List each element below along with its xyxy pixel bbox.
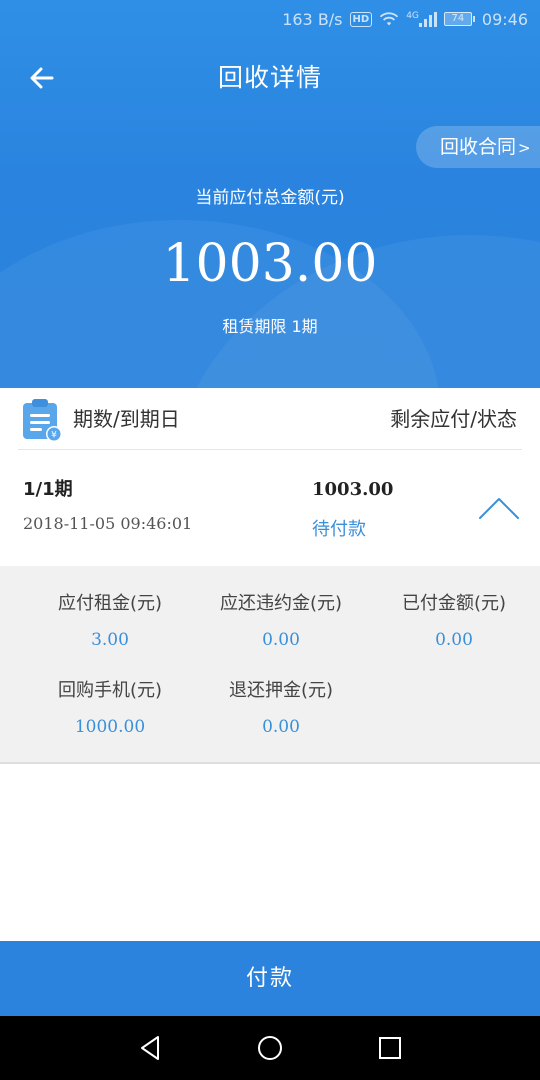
detail-value: 3.00 <box>91 630 129 650</box>
detail-value: 0.00 <box>435 630 473 650</box>
detail-value: 1000.00 <box>74 717 146 737</box>
total-amount-label: 当前应付总金额(元) <box>195 188 345 208</box>
contract-button[interactable]: 回收合同 > <box>416 126 540 168</box>
detail-label: 已付金额(元) <box>401 593 507 614</box>
period-due-date: 2018-11-05 09:46:01 <box>23 514 193 533</box>
svg-text:¥: ¥ <box>51 431 57 441</box>
contract-button-label: 回收合同 <box>440 136 517 158</box>
detail-label: 应还违约金(元) <box>219 593 343 614</box>
period-amount: 1003.00 <box>312 479 394 500</box>
detail-label: 退还押金(元) <box>228 680 334 701</box>
recents-square-icon[interactable] <box>375 1033 405 1063</box>
wifi-icon <box>380 12 399 26</box>
detail-buyback: 回购手机(元) 1000.00 <box>20 678 200 740</box>
battery-level: 74 <box>443 12 472 26</box>
clipboard-yen-icon: ¥ <box>23 399 62 442</box>
back-triangle-icon[interactable] <box>136 1033 166 1063</box>
home-circle-icon[interactable] <box>255 1033 285 1063</box>
period-name: 1/1期 <box>23 479 73 500</box>
period-status: 待付款 <box>312 519 366 540</box>
signal-icon <box>418 11 437 27</box>
pay-button[interactable]: 付款 <box>0 941 540 1016</box>
detail-label: 应付租金(元) <box>57 593 163 614</box>
battery-icon: 74 <box>443 12 475 26</box>
detail-rent: 应付租金(元) 3.00 <box>20 591 200 653</box>
detail-paid: 已付金额(元) 0.00 <box>364 591 540 653</box>
column-label-remaining: 剩余应付/状态 <box>390 407 517 431</box>
table-header: ¥ 期数/到期日 剩余应付/状态 <box>0 388 540 450</box>
hd-badge: HD <box>349 11 373 27</box>
network-speed: 163 B/s <box>282 9 343 29</box>
detail-value: 0.00 <box>262 717 300 737</box>
column-label-period: 期数/到期日 <box>73 407 180 431</box>
status-bar: 163 B/s HD 4G 74 09:46 <box>0 0 540 38</box>
total-amount-value: 1003.00 <box>162 234 378 294</box>
detail-deposit-refund: 退还押金(元) 0.00 <box>191 678 371 740</box>
chevron-right-icon: > <box>518 139 531 157</box>
period-row[interactable]: 1/1期 2018-11-05 09:46:01 1003.00 待付款 <box>0 450 540 566</box>
detail-penalty: 应还违约金(元) 0.00 <box>191 591 371 653</box>
period-detail-panel: 应付租金(元) 3.00 应还违约金(元) 0.00 已付金额(元) 0.00 … <box>0 566 540 764</box>
header-banner: 163 B/s HD 4G 74 09:46 回收详情 回收合同 > 当前应付总… <box>0 0 540 388</box>
page-title: 回收详情 <box>217 63 322 92</box>
detail-value: 0.00 <box>262 630 300 650</box>
chevron-up-icon[interactable] <box>474 490 524 524</box>
detail-label: 回购手机(元) <box>57 680 163 701</box>
network-type: 4G <box>406 10 419 21</box>
lease-term: 租赁期限 1期 <box>222 317 318 336</box>
navigation-bar <box>0 1016 540 1080</box>
clock: 09:46 <box>481 9 528 29</box>
